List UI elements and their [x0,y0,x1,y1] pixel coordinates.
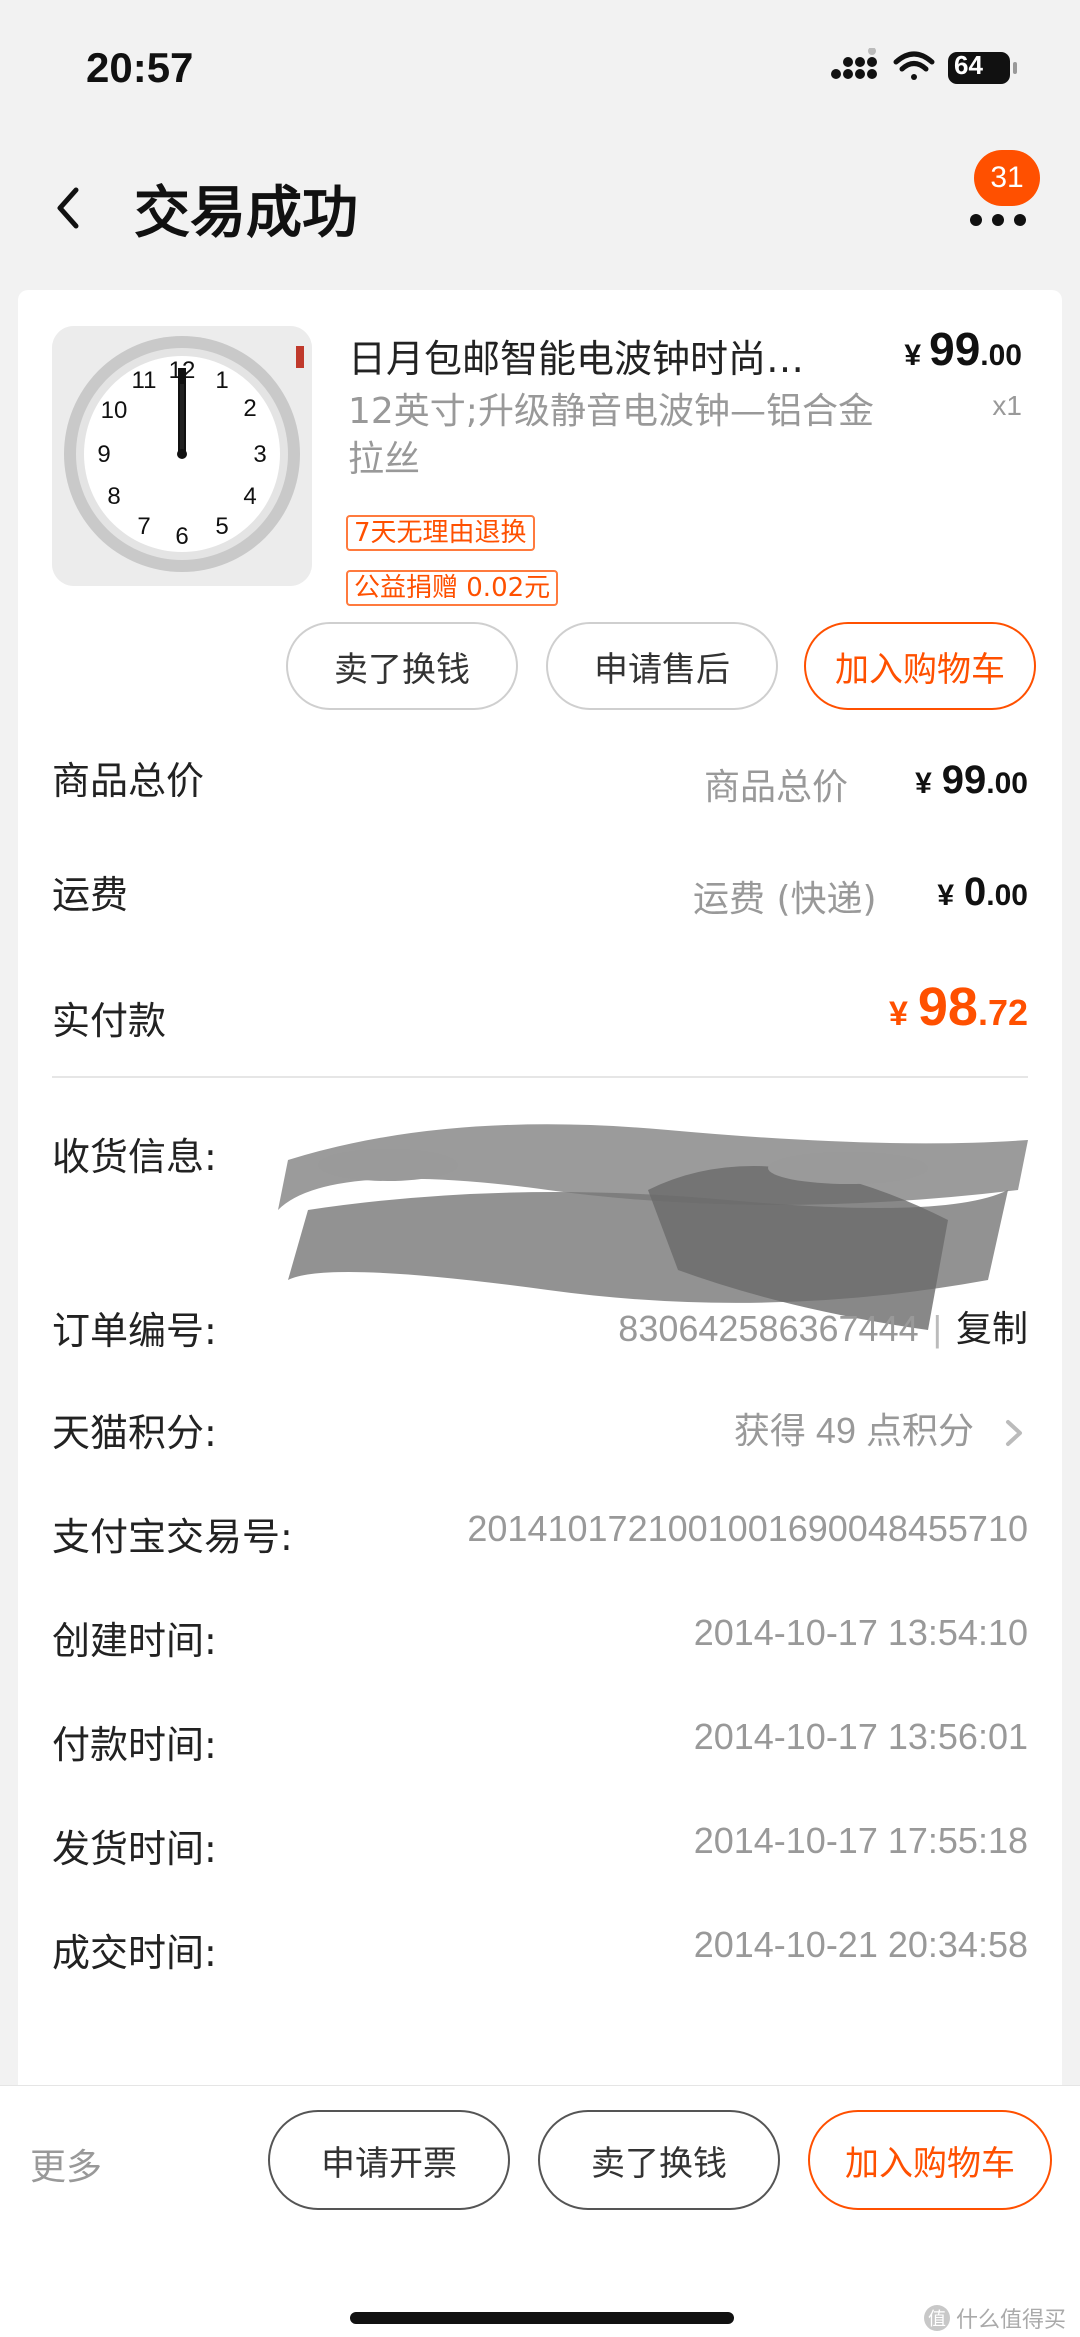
wifi-icon [893,51,935,80]
svg-text:8: 8 [107,483,120,510]
product-price: ¥99.00 [904,322,1022,376]
add-to-cart-button[interactable]: 加入购物车 [804,622,1036,710]
svg-text:1: 1 [215,367,228,394]
charity-tag: 公益捐赠 0.02元 [346,570,559,606]
bottom-action-bar: 更多 申请开票 卖了换钱 加入购物车 [0,2085,1080,2337]
currency-symbol: ¥ [888,995,908,1033]
currency-symbol: ¥ [915,767,932,800]
currency-symbol: ¥ [904,339,922,372]
price-decimal: .00 [980,339,1022,372]
svg-text:10: 10 [101,397,128,424]
watermark-logo-icon: 值 [923,2305,950,2331]
price-integer: 98 [917,977,978,1037]
svg-text:4: 4 [243,483,256,510]
product-title[interactable]: 日月包邮智能电波钟时尚… [348,328,878,383]
bottom-sell-button[interactable]: 卖了换钱 [538,2110,780,2210]
copy-separator: | [932,1308,942,1349]
deal-time: 2014-10-21 20:34:58 [693,1924,1028,1965]
svg-text:5: 5 [215,513,228,540]
svg-text:6: 6 [175,523,188,550]
invoice-button[interactable]: 申请开票 [268,2110,510,2210]
svg-text:3: 3 [253,441,266,468]
svg-text:11: 11 [132,367,157,394]
watermark-text: 什么值得买 [955,2308,1066,2333]
more-link[interactable]: 更多 [30,2138,102,2190]
order-number-label: 订单编号: [52,1309,217,1353]
message-badge: 31 [974,150,1040,206]
svg-text:9: 9 [97,441,110,468]
price-integer: 99 [929,323,981,375]
signal-wifi-battery-icons [831,47,1017,84]
alipay-trade-number: 2014101721001001690048455710 [467,1508,1028,1549]
deal-time-label: 成交时间: [52,1931,217,1975]
return-policy-tag: 7天无理由退换 [346,515,535,551]
paid-amount-label: 实付款 [52,999,167,1043]
shipping-price: ¥0.00 [937,870,1028,915]
points-link[interactable]: 获得 49 点积分 [734,1402,1028,1454]
watermark: 值 什么值得买 [923,2302,1066,2334]
status-time: 20:57 [86,44,194,91]
more-dots-icon [970,214,1026,226]
address-label: 收货信息: [52,1135,217,1179]
back-arrow-icon[interactable] [48,184,88,232]
price-decimal: .00 [986,879,1028,912]
goods-total-sublabel: 商品总价 [704,767,849,808]
home-indicator [350,2312,734,2324]
status-bar: 20:57 64 [0,0,1080,130]
price-decimal: .72 [977,992,1028,1033]
status-icons: 64 [830,47,1030,88]
shipping-label: 运费 [52,873,129,917]
paid-time-label: 付款时间: [52,1723,217,1767]
shipping-sublabel: 运费 (快递) [693,879,877,920]
order-card: 1212 345 678 91011 日月包邮智能电波钟时尚… 12英寸;升级静… [18,290,1062,2085]
price-integer: 0 [964,870,987,914]
svg-text:2: 2 [243,395,256,422]
paid-time: 2014-10-17 13:56:01 [693,1716,1028,1757]
nav-bar: 交易成功 31 [0,140,1080,270]
paid-amount-price: ¥98.72 [889,976,1028,1038]
created-time: 2014-10-17 13:54:10 [693,1612,1028,1653]
product-thumbnail[interactable]: 1212 345 678 91011 [52,326,312,586]
shipped-time-label: 发货时间: [52,1827,217,1871]
cellular-signal-icon [831,47,877,79]
order-number: 830642586367444 [618,1308,919,1349]
bottom-add-to-cart-button[interactable]: 加入购物车 [808,2110,1052,2210]
price-decimal: .00 [986,767,1028,800]
chevron-right-icon [1006,1420,1022,1447]
sell-button[interactable]: 卖了换钱 [286,622,518,710]
currency-symbol: ¥ [937,879,955,912]
points-label: 天猫积分: [52,1411,217,1455]
goods-total-price: ¥99.00 [915,758,1028,803]
svg-text:7: 7 [137,513,150,540]
alipay-trade-label: 支付宝交易号: [52,1515,293,1559]
redacted-address-scribble [278,1124,1028,1330]
more-menu-button[interactable]: 31 [960,150,1040,260]
price-integer: 99 [941,758,987,802]
order-number-value: 830642586367444 | 复制 [618,1300,1028,1352]
product-spec: 12英寸;升级静音电波钟—铝合金拉丝 [348,391,874,480]
shipped-time: 2014-10-17 17:55:18 [693,1820,1028,1861]
after-sale-button[interactable]: 申请售后 [546,622,778,710]
battery-level: 64 [954,50,983,80]
goods-total-label: 商品总价 [52,759,205,803]
copy-button[interactable]: 复制 [956,1308,1028,1349]
product-quantity: x1 [992,390,1022,421]
wall-clock-image: 1212 345 678 91011 [52,326,312,586]
created-time-label: 创建时间: [52,1619,217,1663]
page-title: 交易成功 [134,181,358,246]
points-value: 获得 49 点积分 [733,1410,974,1451]
